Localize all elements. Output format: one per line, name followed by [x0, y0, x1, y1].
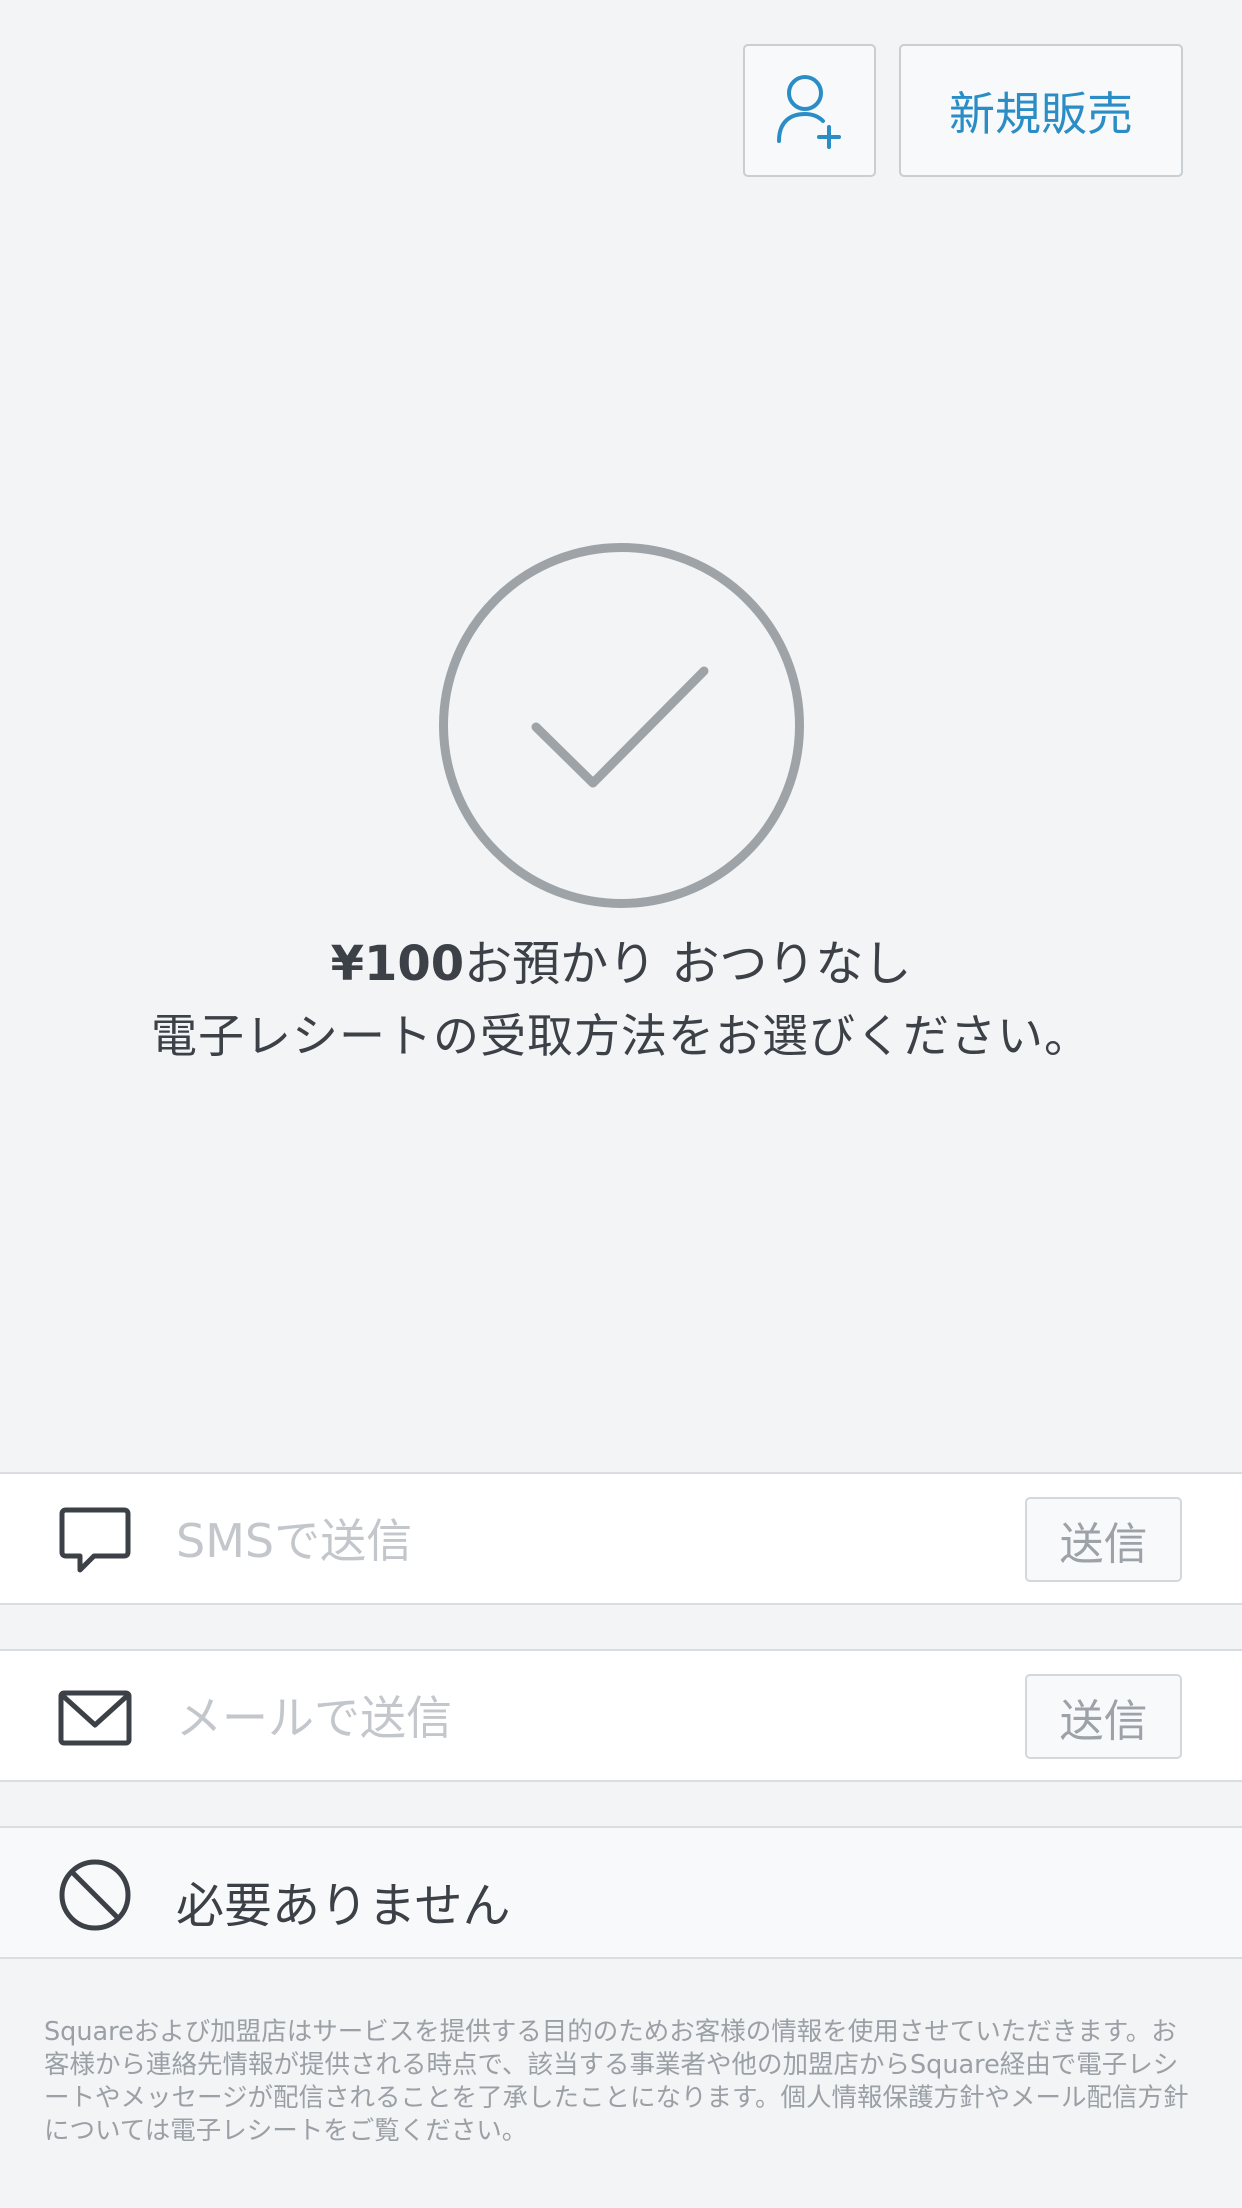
privacy-disclaimer: Squareおよび加盟店はサービスを提供する目的のためお客様の情報を使用させてい…: [44, 2017, 1189, 2146]
add-customer-icon: [776, 74, 841, 149]
receipt-prompt: 電子レシートの受取方法をお選びください。: [151, 1009, 1091, 1063]
sms-input[interactable]: [176, 1504, 996, 1578]
add-customer-button[interactable]: [743, 44, 876, 177]
prohibited-icon: [59, 1859, 131, 1931]
chat-bubble-icon: [59, 1507, 131, 1573]
new-sale-label: 新規販売: [949, 86, 1133, 141]
envelope-icon: [58, 1690, 132, 1746]
email-send-button[interactable]: 送信: [1025, 1674, 1182, 1759]
new-sale-button[interactable]: 新規販売: [899, 44, 1183, 177]
tender-text: お預かり おつりなし: [464, 936, 912, 992]
no-receipt-button[interactable]: 必要ありません: [0, 1826, 1242, 1959]
sms-row: 送信: [0, 1472, 1242, 1605]
no-receipt-label: 必要ありません: [176, 1878, 511, 1934]
tender-summary: ¥100お預かり おつりなし: [0, 924, 1242, 994]
receipt-screen: 新規販売 ¥100お預かり おつりなし 電子レシートの受取方法をお選びください。…: [0, 0, 1242, 2208]
email-row: 送信: [0, 1649, 1242, 1782]
email-input[interactable]: [176, 1681, 996, 1755]
amount: ¥100: [330, 936, 465, 992]
sms-send-button[interactable]: 送信: [1025, 1497, 1182, 1582]
check-circle-icon: [439, 543, 804, 908]
